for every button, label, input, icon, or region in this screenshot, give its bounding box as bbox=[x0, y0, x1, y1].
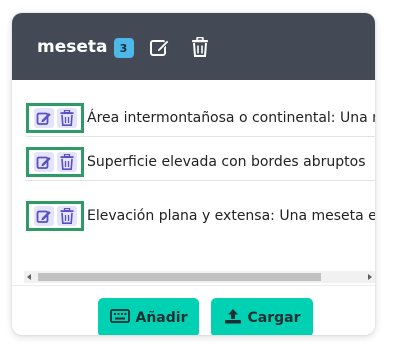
trash-icon[interactable] bbox=[57, 108, 77, 128]
upload-icon bbox=[224, 308, 242, 328]
list-item: Elevación plana y extensa: Una meseta es… bbox=[26, 197, 375, 235]
edit-icon[interactable] bbox=[149, 37, 171, 57]
item-list: Área intermontañosa o continental: Una m… bbox=[26, 93, 375, 251]
count-badge: 3 bbox=[113, 38, 134, 58]
upload-button[interactable]: Cargar bbox=[211, 298, 313, 335]
keyboard-icon bbox=[109, 308, 130, 327]
divider bbox=[26, 136, 375, 137]
divider bbox=[26, 180, 375, 181]
item-text: Elevación plana y extensa: Una meseta es… bbox=[87, 208, 375, 224]
scrollbar-thumb[interactable] bbox=[38, 273, 321, 281]
card-title: meseta bbox=[37, 36, 108, 57]
item-text: Área intermontañosa o continental: Una m… bbox=[87, 110, 375, 126]
card-header: meseta 3 bbox=[12, 13, 375, 80]
add-button[interactable]: Añadir bbox=[98, 298, 199, 335]
list-item: Superficie elevada con bordes abruptos bbox=[26, 143, 375, 181]
card: meseta 3 Área intermontañosa o continent… bbox=[12, 13, 375, 335]
add-button-label: Añadir bbox=[135, 309, 188, 326]
item-actions bbox=[26, 147, 84, 177]
upload-button-label: Cargar bbox=[247, 309, 301, 326]
item-actions bbox=[26, 201, 84, 231]
edit-icon[interactable] bbox=[34, 152, 54, 172]
footer-divider bbox=[12, 285, 375, 286]
item-actions bbox=[26, 103, 84, 133]
scroll-left-icon[interactable] bbox=[27, 274, 31, 280]
trash-icon[interactable] bbox=[191, 36, 209, 57]
trash-icon[interactable] bbox=[57, 206, 77, 226]
edit-icon[interactable] bbox=[34, 108, 54, 128]
item-text: Superficie elevada con bordes abruptos bbox=[87, 154, 366, 170]
list-item: Área intermontañosa o continental: Una m… bbox=[26, 99, 375, 137]
edit-icon[interactable] bbox=[34, 206, 54, 226]
horizontal-scrollbar[interactable] bbox=[24, 271, 375, 283]
scroll-right-icon[interactable] bbox=[368, 274, 372, 280]
trash-icon[interactable] bbox=[57, 152, 77, 172]
